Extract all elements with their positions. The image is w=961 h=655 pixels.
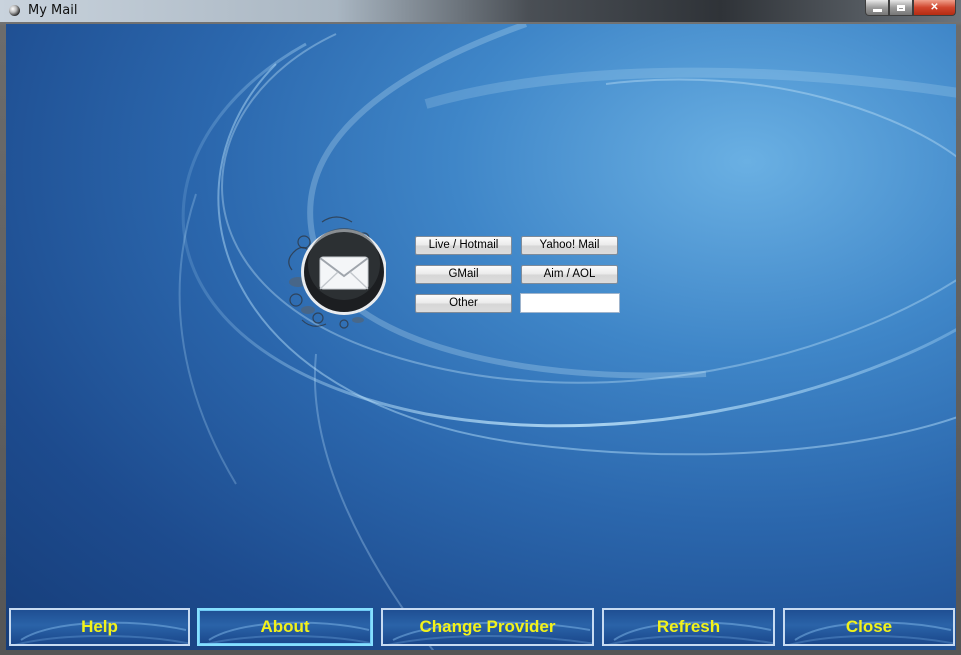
- close-label: Close: [845, 617, 893, 636]
- caption-buttons: ✕: [865, 0, 956, 16]
- aim-aol-button[interactable]: Aim / AOL: [521, 265, 618, 284]
- window-close-button[interactable]: ✕: [913, 0, 956, 16]
- main-content: Live / Hotmail Yahoo! Mail GMail Aim / A…: [6, 24, 956, 650]
- minimize-button[interactable]: [865, 0, 889, 16]
- refresh-button[interactable]: Refresh: [602, 608, 775, 646]
- envelope-icon: [288, 216, 386, 329]
- change-provider-button[interactable]: Change Provider: [381, 608, 594, 646]
- other-provider-input[interactable]: [520, 293, 620, 313]
- change-provider-label: Change Provider: [419, 617, 556, 636]
- app-icon[interactable]: [9, 5, 20, 16]
- about-label: About: [260, 617, 310, 636]
- window-title: My Mail: [28, 3, 78, 18]
- about-button[interactable]: About: [197, 608, 373, 646]
- help-button[interactable]: Help: [9, 608, 190, 646]
- maximize-button[interactable]: [889, 0, 913, 16]
- minimize-icon: [872, 8, 882, 12]
- title-bar[interactable]: My Mail ✕: [0, 0, 961, 22]
- yahoo-mail-button[interactable]: Yahoo! Mail: [521, 236, 618, 255]
- maximize-icon: [897, 4, 905, 11]
- help-label: Help: [81, 617, 118, 636]
- app-window: My Mail ✕ Live / Hotmail Yahoo! Mail GMa…: [0, 0, 961, 655]
- close-x-icon: ✕: [930, 2, 939, 13]
- close-button[interactable]: Close: [783, 608, 955, 646]
- background-swirls: [178, 24, 956, 650]
- live-hotmail-button[interactable]: Live / Hotmail: [415, 236, 512, 255]
- gmail-button[interactable]: GMail: [415, 265, 512, 284]
- other-button[interactable]: Other: [415, 294, 512, 313]
- refresh-label: Refresh: [656, 617, 721, 636]
